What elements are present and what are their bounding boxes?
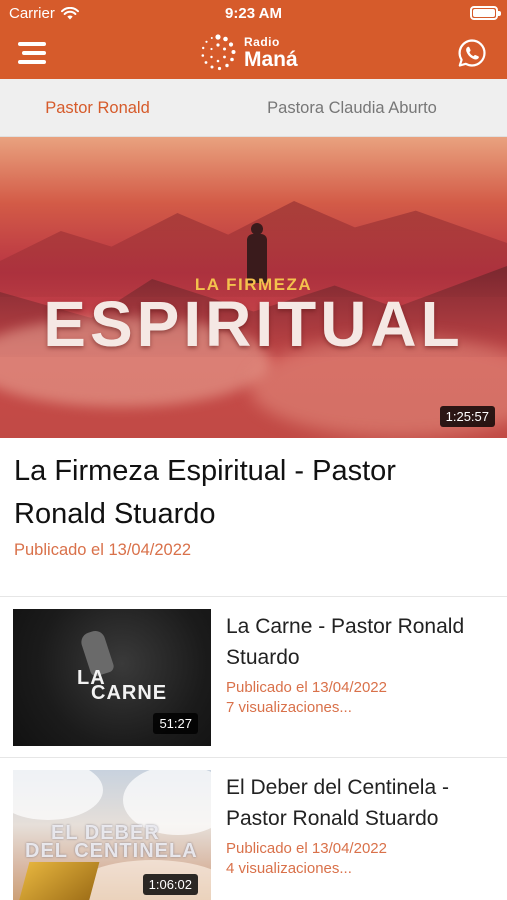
tab-bar: Pastor Ronald Pastora Claudia Aburto (0, 79, 507, 137)
status-bar: Carrier 9:23 AM (0, 0, 507, 26)
video-views: 4 visualizaciones... (226, 860, 352, 877)
person-silhouette (243, 223, 271, 283)
logo-mark-icon (201, 34, 236, 71)
whatsapp-icon[interactable] (457, 38, 487, 68)
radio-mana-logo[interactable]: Radio Maná (198, 32, 318, 74)
hamburger-menu-icon[interactable] (18, 40, 48, 66)
thumb-text-line2: DEL CENTINELA (25, 840, 198, 862)
thumb-text: EL DEBER DEL CENTINELA (25, 823, 198, 862)
video-title[interactable]: El Deber del Centinela - Pastor Ronald S… (226, 772, 496, 834)
golden-object (16, 862, 100, 900)
battery-icon (470, 6, 501, 20)
list-item[interactable]: LA CARNE 51:27 La Carne - Pastor Ronald … (0, 597, 507, 747)
thumb-text-line2: CARNE (91, 682, 168, 704)
video-thumbnail[interactable]: EL DEBER DEL CENTINELA 1:06:02 (13, 770, 211, 900)
tab-pastora-claudia-aburto[interactable]: Pastora Claudia Aburto (240, 79, 464, 137)
featured-video-date: Publicado el 13/04/2022 (14, 541, 192, 559)
featured-video-title[interactable]: La Firmeza Espiritual - Pastor Ronald St… (14, 450, 494, 536)
duration-badge: 51:27 (153, 713, 198, 734)
app-header: Carrier 9:23 AM Radio Maná (0, 0, 507, 79)
featured-duration-badge: 1:25:57 (439, 406, 495, 427)
featured-thumb-title: ESPIRITUAL (43, 288, 464, 360)
tab-pastor-ronald[interactable]: Pastor Ronald (0, 79, 195, 137)
video-date: Publicado el 13/04/2022 (226, 679, 387, 696)
duration-badge: 1:06:02 (142, 874, 198, 895)
status-time: 9:23 AM (225, 5, 282, 22)
video-views: 7 visualizaciones... (226, 699, 352, 716)
logo-radio-text: Radio (244, 35, 280, 49)
nav-bar: Radio Maná (0, 28, 507, 78)
list-item[interactable]: EL DEBER DEL CENTINELA 1:06:02 El Deber … (0, 758, 507, 900)
video-thumbnail[interactable]: LA CARNE 51:27 (13, 609, 211, 746)
video-date: Publicado el 13/04/2022 (226, 840, 387, 857)
featured-video-thumbnail[interactable]: LA FIRMEZA ESPIRITUAL 1:25:57 (0, 137, 507, 438)
logo-mana-text: Maná (244, 48, 298, 71)
video-title[interactable]: La Carne - Pastor Ronald Stuardo (226, 611, 496, 673)
